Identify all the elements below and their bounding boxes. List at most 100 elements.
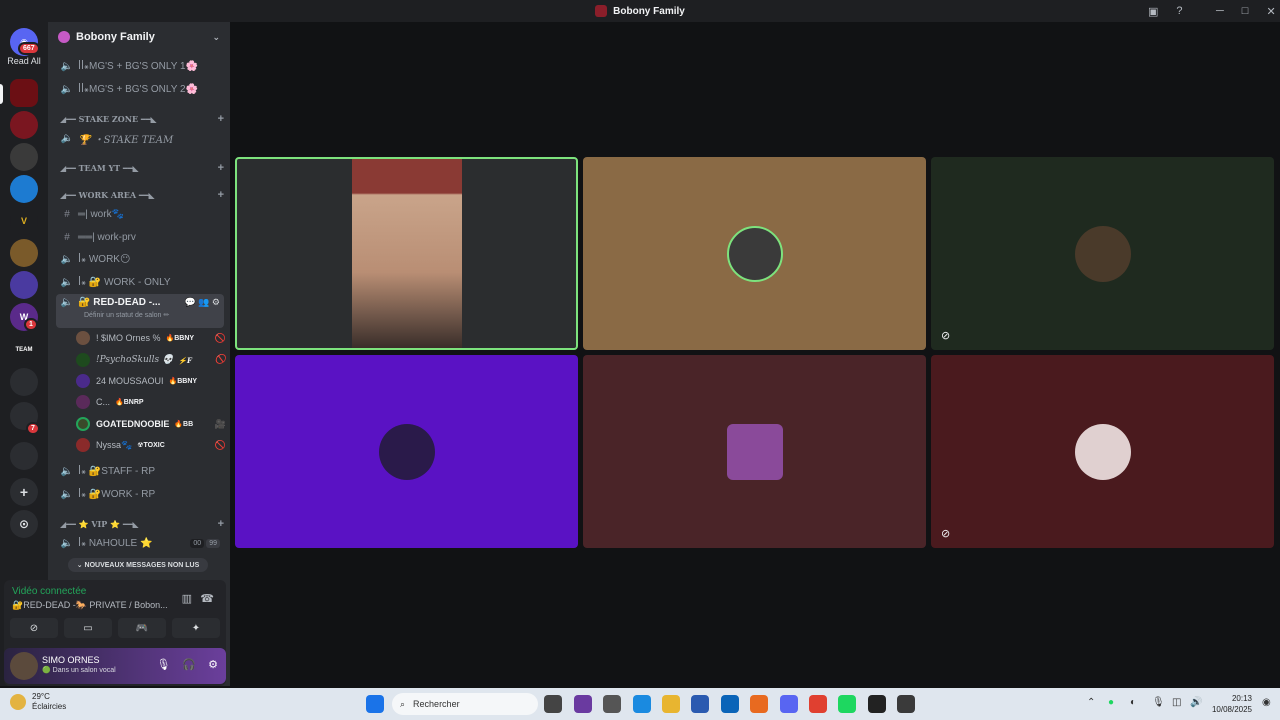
noise-suppression-icon[interactable]: ▥ bbox=[182, 592, 192, 605]
windows-start-icon[interactable] bbox=[366, 695, 384, 713]
voice-channel-stake-team[interactable]: 🔈 🏆 ・STAKE TEAM bbox=[56, 128, 224, 148]
volume-icon[interactable]: 🔊 bbox=[1190, 697, 1202, 708]
new-messages-pill[interactable]: ⌄ NOUVEAUX MESSAGES NON LUS bbox=[68, 558, 208, 572]
chrome-icon[interactable] bbox=[809, 695, 827, 713]
channel-status[interactable]: Définir un statut de salon ✏ bbox=[84, 311, 169, 319]
video-tile-user[interactable] bbox=[235, 355, 578, 548]
task-view-icon[interactable] bbox=[544, 695, 562, 713]
gear-icon[interactable]: ⚙ bbox=[208, 658, 218, 671]
text-channel-work-prv[interactable]: # ══| work-prv bbox=[56, 227, 224, 247]
chat-icon[interactable]: 💬 bbox=[184, 297, 195, 307]
help-icon[interactable]: ? bbox=[1176, 5, 1182, 17]
video-tile-camera[interactable] bbox=[235, 157, 578, 350]
screen-share-button[interactable]: ▭ bbox=[64, 618, 112, 638]
server-folder-1[interactable] bbox=[10, 368, 38, 396]
voice-channel-work[interactable]: 🔈 ꟾ꘎ WORK😶 bbox=[56, 249, 224, 269]
discord-icon[interactable] bbox=[780, 695, 798, 713]
video-tile-user[interactable] bbox=[583, 157, 926, 350]
gear-icon[interactable]: ⚙ bbox=[212, 297, 220, 307]
app-icon[interactable] bbox=[897, 695, 915, 713]
add-channel-icon[interactable]: + bbox=[218, 518, 224, 530]
app-icon[interactable] bbox=[868, 695, 886, 713]
voice-channel-work-only[interactable]: 🔈 ꟾ꘎ 🔐 WORK - ONLY bbox=[56, 272, 224, 292]
voice-user[interactable]: GOATEDNOOBIE 🔥BB 🎥 bbox=[76, 414, 226, 434]
edge-icon[interactable] bbox=[633, 695, 651, 713]
soundboard-button[interactable]: ✦ bbox=[172, 618, 220, 638]
server-icon-4[interactable] bbox=[10, 175, 38, 203]
chevron-up-icon[interactable]: ⌃ bbox=[1087, 697, 1095, 708]
app-icon[interactable] bbox=[574, 695, 592, 713]
server-icon-5[interactable]: V bbox=[10, 207, 38, 235]
read-all-button[interactable]: Read All bbox=[0, 56, 48, 66]
add-server-icon[interactable]: + bbox=[10, 478, 38, 506]
text-channel-work[interactable]: # ═| work🐾 bbox=[56, 204, 224, 224]
microphone-icon[interactable]: 🎙 bbox=[156, 658, 170, 671]
server-header[interactable]: Bobony Family ⌄ bbox=[48, 22, 230, 52]
user-name[interactable]: SIMO ORNES bbox=[42, 655, 100, 665]
voice-user[interactable]: Nyssa🐾 ☢TOXIC 🚫 bbox=[76, 435, 226, 455]
notification-icon[interactable]: ◉ bbox=[1262, 697, 1271, 708]
server-icon-9[interactable]: TEAM bbox=[10, 336, 38, 364]
store-icon[interactable] bbox=[691, 695, 709, 713]
activity-button[interactable]: 🎮 bbox=[118, 618, 166, 638]
user-avatar[interactable] bbox=[10, 652, 38, 680]
minimize-button[interactable]: ─ bbox=[1216, 5, 1224, 17]
user-limit: 99 bbox=[206, 538, 220, 548]
video-tile-user[interactable]: ⊘ bbox=[931, 355, 1274, 548]
spotify-icon[interactable] bbox=[838, 695, 856, 713]
wifi-icon[interactable]: ◫ bbox=[1172, 697, 1181, 708]
voice-user[interactable]: C... 🔥BNRP bbox=[76, 392, 226, 412]
firefox-icon[interactable] bbox=[750, 695, 768, 713]
participant-avatar bbox=[378, 423, 435, 480]
tray-icon[interactable]: ◐ bbox=[1130, 697, 1136, 708]
video-tile-user[interactable]: ⊘ bbox=[931, 157, 1274, 350]
avatar bbox=[76, 417, 90, 431]
server-folder-3[interactable] bbox=[10, 442, 38, 470]
voice-channel-nahoule[interactable]: 🔈 ꟾ꘎ NAHOULE ⭐ 00 99 bbox=[56, 533, 224, 553]
voice-channel-staff-rp[interactable]: 🔈 ꟾ꘎ 🔐STAFF - RP bbox=[56, 461, 224, 481]
add-channel-icon[interactable]: + bbox=[218, 189, 224, 201]
voice-channel-work-rp[interactable]: 🔈 ꟾ꘎ 🔐WORK - RP bbox=[56, 484, 224, 504]
app-icon[interactable] bbox=[603, 695, 621, 713]
video-tile-user[interactable] bbox=[583, 355, 926, 548]
category-team-yt[interactable]: ◢━━ TEAM YT ━━◣ + bbox=[56, 160, 224, 176]
spotify-tray-icon[interactable]: ● bbox=[1108, 697, 1114, 708]
server-folder-badge: 7 bbox=[26, 422, 40, 435]
server-icon-7[interactable] bbox=[10, 271, 38, 299]
voice-channel-link[interactable]: 🔐RED-DEAD -🐎 PRIVATE / Bobon... bbox=[12, 600, 172, 611]
taskbar-search[interactable]: ⌕ Rechercher bbox=[392, 693, 538, 715]
voice-channel[interactable]: 🔈 ꟾꟾ꘎MG'S + BG'S ONLY 2🌸 bbox=[56, 79, 224, 99]
voice-status[interactable]: Vidéo connectée bbox=[12, 586, 86, 597]
voice-channel[interactable]: 🔈 ꟾꟾ꘎MG'S + BG'S ONLY 1🌸 bbox=[56, 56, 224, 76]
add-channel-icon[interactable]: + bbox=[218, 113, 224, 125]
speaker-icon: 🔈 bbox=[60, 537, 74, 549]
category-work-area[interactable]: ◢━━ WORK AREA ━━◣ + bbox=[56, 187, 224, 203]
weather-widget[interactable]: 29°C Éclaircies bbox=[10, 692, 66, 712]
voice-user[interactable]: ! $IMO Ornes % 🔥BBNY 🚫 bbox=[76, 328, 226, 348]
outlook-icon[interactable] bbox=[721, 695, 739, 713]
muted-icon: 🚫 bbox=[214, 439, 226, 450]
discord-app-icon bbox=[595, 5, 608, 17]
server-icon-2[interactable] bbox=[10, 111, 38, 139]
invite-icon[interactable]: 👥 bbox=[198, 297, 209, 307]
server-icon-6[interactable] bbox=[10, 239, 38, 267]
file-explorer-icon[interactable] bbox=[662, 695, 680, 713]
taskbar: 29°C Éclaircies ⌕ Rechercher ⌃ ● ◐ 🎙 ◫ 🔊 … bbox=[0, 688, 1280, 720]
close-button[interactable]: ✕ bbox=[1266, 5, 1275, 18]
maximize-button[interactable]: □ bbox=[1242, 5, 1249, 17]
discover-icon[interactable]: ⊙ bbox=[10, 510, 38, 538]
voice-channel-red-dead-active[interactable]: 🔈 🔐 RED-DEAD -... 💬 👥 ⚙ Définir un statu… bbox=[56, 294, 224, 328]
voice-user[interactable]: !PsychoSkulls 💀 ⚡F 🚫 bbox=[76, 350, 226, 370]
clock[interactable]: 20:13 10/08/2025 bbox=[1212, 693, 1252, 715]
add-channel-icon[interactable]: + bbox=[218, 162, 224, 174]
inbox-icon[interactable]: ▣ bbox=[1148, 5, 1158, 18]
camera-off-button[interactable]: ⊘ bbox=[10, 618, 58, 638]
server-icon-3[interactable] bbox=[10, 143, 38, 171]
disconnect-icon[interactable]: ☎ bbox=[200, 592, 214, 605]
voice-user[interactable]: 24 MOUSSAOUI 🔥BBNY bbox=[76, 371, 226, 391]
microphone-icon[interactable]: 🎙 bbox=[1152, 697, 1165, 708]
headset-icon[interactable]: 🎧 bbox=[182, 658, 196, 671]
category-stake-zone[interactable]: ◢━━ STAKE ZONE ━━◣ + bbox=[56, 111, 224, 127]
server-bobony-family[interactable] bbox=[10, 79, 38, 107]
category-vip[interactable]: ◢━━ ⭐ VIP ⭐ ━━◣ + bbox=[56, 516, 224, 532]
